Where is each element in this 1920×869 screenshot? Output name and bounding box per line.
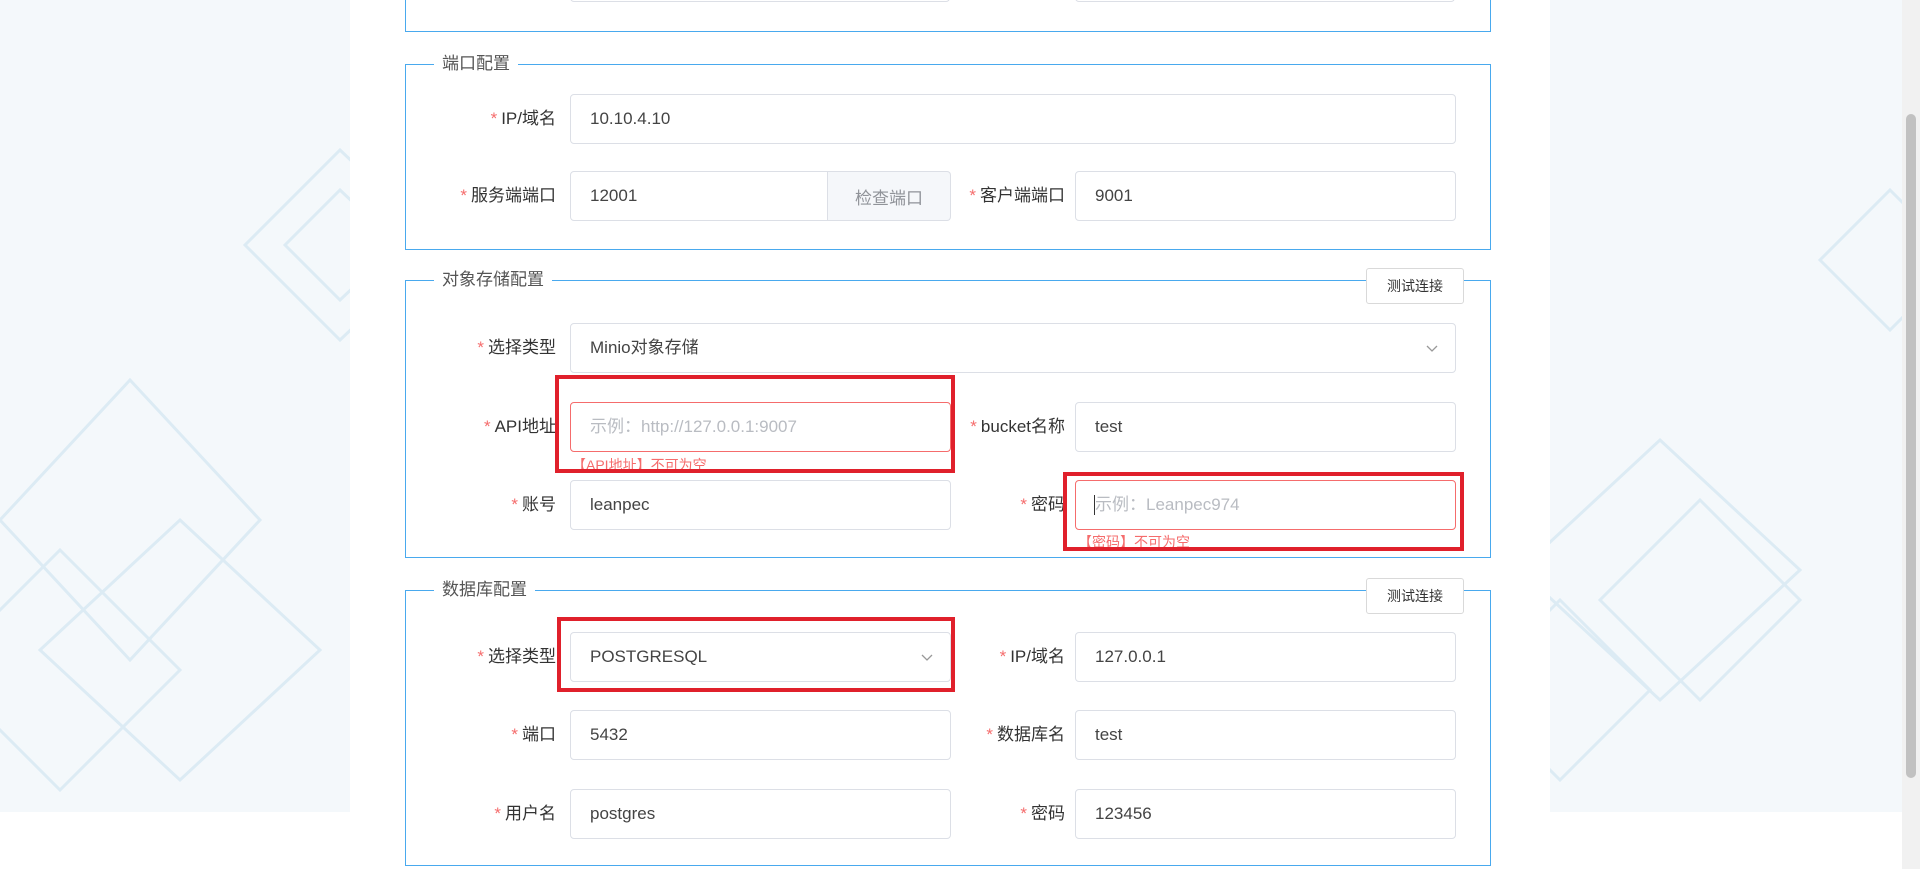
previous-section <box>405 0 1491 32</box>
previous-field-left <box>570 0 950 2</box>
port-config-legend: 端口配置 <box>434 53 518 75</box>
db-type-label: * 选择类型 <box>477 647 556 666</box>
storage-config-section: 对象存储配置 测试连接 *选择类型 Minio对象存储 *API地址 【API地… <box>405 268 1491 558</box>
account-input[interactable] <box>570 480 951 530</box>
bucket-input[interactable] <box>1075 402 1456 452</box>
chevron-down-icon[interactable] <box>920 650 934 664</box>
db-test-connection-button[interactable]: 测试连接 <box>1366 578 1464 614</box>
db-port-label: * 端口 <box>511 725 556 744</box>
ip-input[interactable] <box>570 94 1456 144</box>
db-password-input[interactable] <box>1075 789 1456 839</box>
scrollbar[interactable] <box>1902 0 1920 869</box>
account-label: * 账号 <box>511 495 556 514</box>
db-type-select[interactable]: POSTGRESQL <box>570 632 951 682</box>
db-port-input[interactable] <box>570 710 951 760</box>
ip-label: * IP/域名 <box>490 109 556 128</box>
client-port-label: * 客户端端口 <box>969 186 1065 205</box>
db-type-value: POSTGRESQL <box>590 647 708 666</box>
text-cursor <box>1094 495 1095 515</box>
server-port-input[interactable] <box>570 171 828 221</box>
db-config-section: 数据库配置 测试连接 *选择类型 POSTGRESQL *IP/域名 *端口 *… <box>405 578 1491 866</box>
api-input[interactable] <box>570 402 951 452</box>
storage-type-select[interactable]: Minio对象存储 <box>570 323 1456 373</box>
db-user-input[interactable] <box>570 789 951 839</box>
storage-type-label: * 选择类型 <box>477 338 556 357</box>
db-user-label: * 用户名 <box>494 804 556 823</box>
bucket-label: * bucket名称 <box>970 417 1065 436</box>
chevron-down-icon[interactable] <box>1425 341 1439 355</box>
db-ip-input[interactable] <box>1075 632 1456 682</box>
storage-test-connection-button[interactable]: 测试连接 <box>1366 268 1464 304</box>
client-port-input[interactable] <box>1075 171 1456 221</box>
scrollbar-thumb[interactable] <box>1906 114 1916 778</box>
db-name-label: * 数据库名 <box>986 725 1065 744</box>
storage-password-label: * 密码 <box>1020 495 1065 514</box>
check-port-button[interactable]: 检查端口 <box>828 171 951 221</box>
api-error-message: 【API地址】不可为空 <box>572 457 707 473</box>
api-label: * API地址 <box>483 417 556 436</box>
db-ip-label: * IP/域名 <box>999 647 1065 666</box>
storage-config-legend: 对象存储配置 <box>434 269 552 291</box>
db-password-label: * 密码 <box>1020 804 1065 823</box>
previous-field-right <box>1075 0 1455 2</box>
storage-password-input[interactable] <box>1075 480 1456 530</box>
storage-password-error-message: 【密码】不可为空 <box>1078 534 1190 550</box>
db-name-input[interactable] <box>1075 710 1456 760</box>
db-config-legend: 数据库配置 <box>434 579 535 601</box>
port-config-section: 端口配置 *IP/域名 *服务端端口 检查端口 *客户端端口 <box>405 53 1491 250</box>
storage-type-value: Minio对象存储 <box>590 338 699 357</box>
server-port-label: * 服务端端口 <box>460 186 556 205</box>
